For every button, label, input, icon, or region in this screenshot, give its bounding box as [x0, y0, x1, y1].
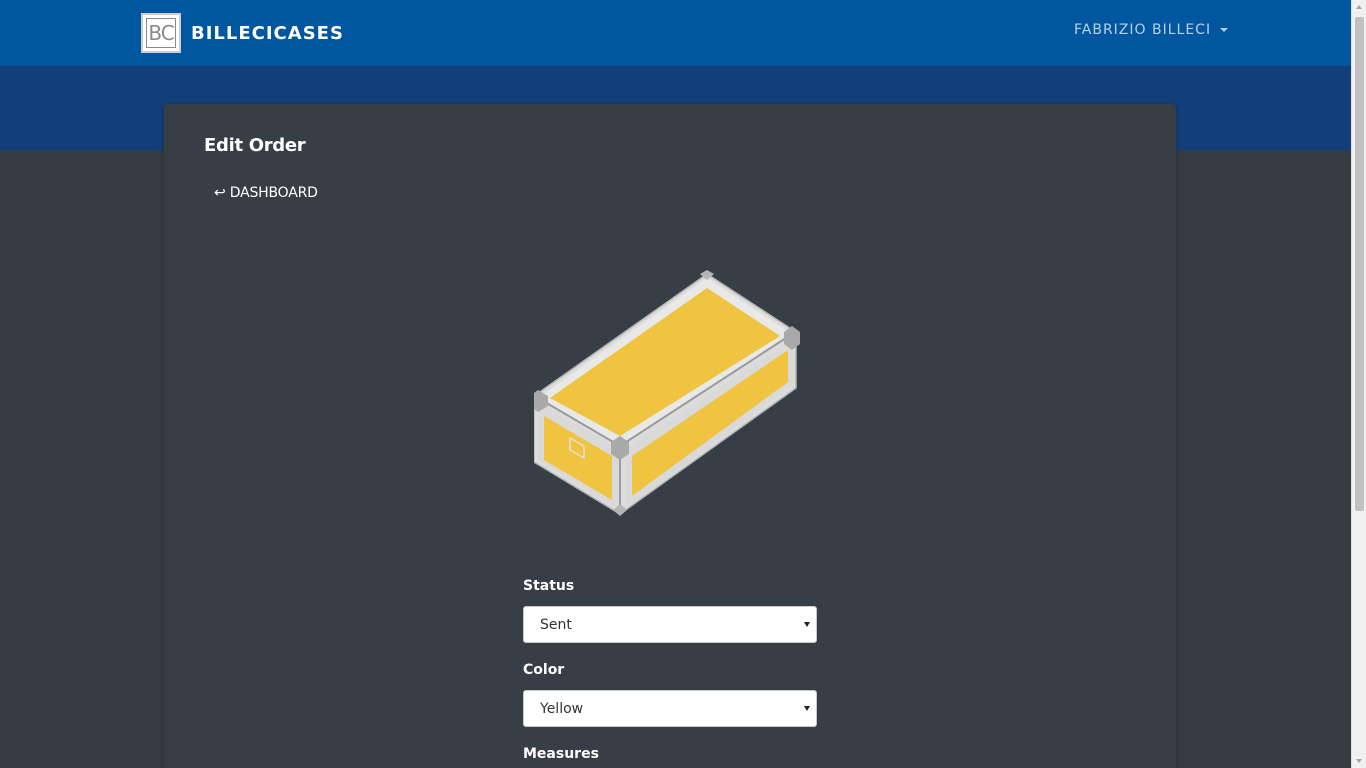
brand-name: BILLECICASES [191, 22, 344, 44]
brand-logo-text: BC [148, 21, 174, 45]
color-select[interactable]: Yellow [523, 690, 817, 727]
dashboard-back-link[interactable]: ↩ DASHBOARD [214, 185, 318, 201]
navbar: BC BILLECICASES FABRIZIO BILLECI [0, 0, 1351, 66]
status-label: Status [523, 578, 575, 594]
user-menu-toggle[interactable]: FABRIZIO BILLECI [1074, 22, 1229, 38]
caret-down-icon [1220, 28, 1229, 32]
scroll-down-arrow-icon[interactable] [1356, 759, 1362, 763]
color-select-value: Yellow [540, 701, 584, 717]
brand-link[interactable]: BC BILLECICASES [141, 13, 344, 53]
scrollbar-thumb[interactable] [1355, 17, 1364, 511]
select-arrow-icon [804, 622, 810, 627]
color-label: Color [523, 662, 565, 678]
brand-logo: BC [141, 13, 181, 53]
status-select[interactable]: Sent [523, 606, 817, 643]
page-title: Edit Order [204, 135, 306, 156]
case-preview-image [534, 270, 800, 516]
measures-label: Measures [523, 746, 599, 762]
user-name: FABRIZIO BILLECI [1074, 22, 1212, 38]
page-scrollbar[interactable] [1351, 0, 1366, 768]
scroll-up-arrow-icon[interactable] [1356, 5, 1362, 9]
select-arrow-icon [804, 706, 810, 711]
status-select-value: Sent [540, 617, 572, 633]
edit-order-card: Edit Order ↩ DASHBOARD Status Sent Color… [164, 104, 1176, 768]
